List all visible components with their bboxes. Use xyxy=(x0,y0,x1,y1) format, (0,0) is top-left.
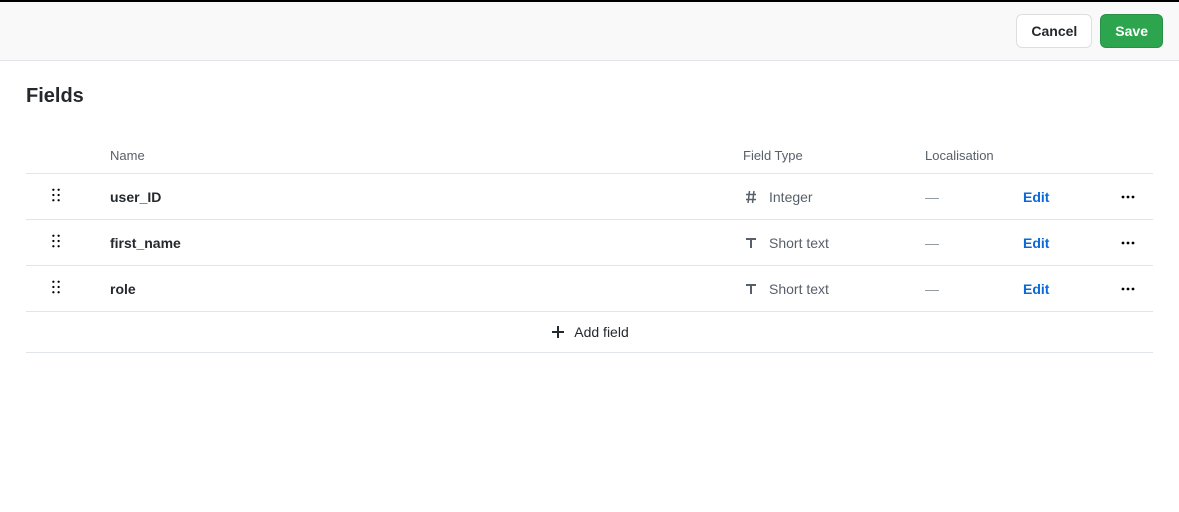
edit-link[interactable]: Edit xyxy=(1023,235,1103,251)
hash-icon xyxy=(743,189,759,205)
plus-icon xyxy=(550,324,566,340)
table-row: role Short text — Edit xyxy=(26,266,1153,312)
col-header-localisation: Localisation xyxy=(923,148,1023,163)
col-header-name: Name xyxy=(86,148,743,163)
content: Fields Name Field Type Localisation user… xyxy=(0,61,1179,377)
text-icon xyxy=(743,235,759,251)
more-button[interactable] xyxy=(1103,281,1153,297)
kebab-icon xyxy=(1120,189,1136,205)
field-name: first_name xyxy=(86,235,743,251)
col-header-type: Field Type xyxy=(743,148,923,163)
cancel-button[interactable]: Cancel xyxy=(1016,14,1092,48)
section-title: Fields xyxy=(26,85,1153,108)
add-field-label: Add field xyxy=(574,324,628,340)
drag-handle-icon[interactable] xyxy=(51,234,61,251)
kebab-icon xyxy=(1120,281,1136,297)
field-localisation: — xyxy=(923,235,1023,251)
table-header: Name Field Type Localisation xyxy=(26,138,1153,174)
text-icon xyxy=(743,281,759,297)
table-row: user_ID Integer — Edit xyxy=(26,174,1153,220)
field-type-label: Short text xyxy=(769,235,829,251)
table-row: first_name Short text — Edit xyxy=(26,220,1153,266)
field-localisation: — xyxy=(923,281,1023,297)
add-field-button[interactable]: Add field xyxy=(26,312,1153,353)
field-localisation: — xyxy=(923,189,1023,205)
fields-table: Name Field Type Localisation user_ID Int… xyxy=(26,138,1153,353)
drag-handle-icon[interactable] xyxy=(51,280,61,297)
field-name: role xyxy=(86,281,743,297)
more-button[interactable] xyxy=(1103,235,1153,251)
edit-link[interactable]: Edit xyxy=(1023,189,1103,205)
save-button[interactable]: Save xyxy=(1100,14,1163,48)
drag-handle-icon[interactable] xyxy=(51,188,61,205)
edit-link[interactable]: Edit xyxy=(1023,281,1103,297)
field-type-label: Short text xyxy=(769,281,829,297)
field-name: user_ID xyxy=(86,189,743,205)
kebab-icon xyxy=(1120,235,1136,251)
top-bar: Cancel Save xyxy=(0,0,1179,61)
more-button[interactable] xyxy=(1103,189,1153,205)
field-type-label: Integer xyxy=(769,189,813,205)
